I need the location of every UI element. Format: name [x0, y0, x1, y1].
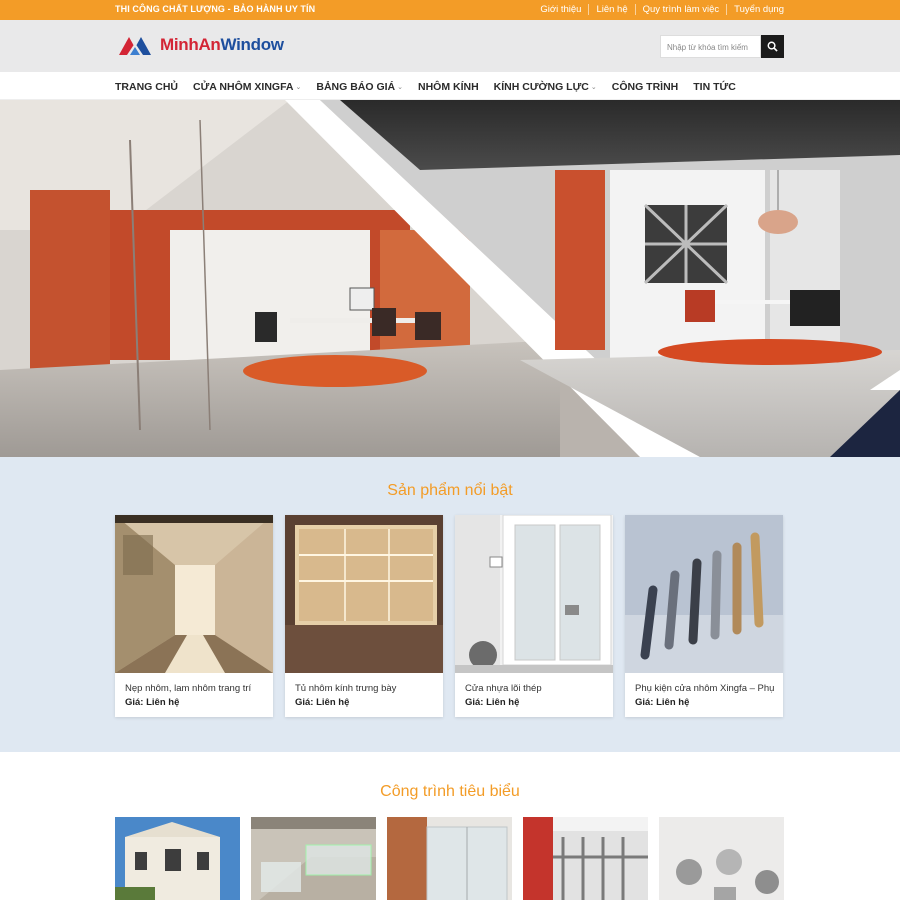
product-name[interactable]: Phụ kiện cửa nhôm Xingfa – Phụ	[625, 673, 783, 694]
nav-aluminum-glass[interactable]: NHÔM KÍNH	[418, 81, 479, 93]
search-icon	[767, 41, 778, 52]
projects-title: Công trình tiêu biểu	[380, 783, 520, 800]
product-image-handles[interactable]	[625, 515, 783, 673]
header: MinhAnWindow Nhập từ khóa tìm kiếm	[0, 20, 900, 72]
logo-mark-icon	[119, 37, 151, 55]
top-bar: THI CÔNG CHẤT LƯỢNG - BẢO HÀNH UY TÍN Gi…	[0, 0, 900, 20]
project-thumb-shower[interactable]	[387, 817, 512, 900]
product-image-display-cabinet[interactable]	[285, 515, 443, 673]
projects-section: Công trình tiêu biểu	[0, 752, 900, 900]
nav-tempered-glass-label: KÍNH CƯỜNG LỰC	[493, 81, 589, 93]
search-box: Nhập từ khóa tìm kiếm	[660, 35, 784, 58]
search-input[interactable]: Nhập từ khóa tìm kiếm	[660, 35, 761, 58]
hero-office-image	[0, 100, 900, 457]
product-image-corridor[interactable]	[115, 515, 273, 673]
product-image-upvc-door[interactable]	[455, 515, 613, 673]
product-card[interactable]: Phụ kiện cửa nhôm Xingfa – Phụ Giá: Liên…	[625, 515, 783, 717]
nav-projects[interactable]: CÔNG TRÌNH	[612, 81, 679, 93]
product-name[interactable]: Nẹp nhôm, lam nhôm trang trí	[115, 673, 273, 694]
nav-xingfa[interactable]: CỬA NHÔM XINGFA ⌄	[193, 81, 301, 93]
nav-pricing[interactable]: BẢNG BÁO GIÁ ⌄	[316, 81, 403, 93]
nav-projects-label: CÔNG TRÌNH	[611, 81, 679, 93]
product-card[interactable]: Tủ nhôm kính trưng bày Giá: Liên hệ	[285, 515, 443, 717]
project-thumb-glass-stairs[interactable]	[251, 817, 376, 900]
logo-text-minhan: MinhAn	[160, 35, 221, 54]
nav-xingfa-label: CỬA NHÔM XINGFA	[193, 81, 294, 93]
featured-products-section: Sản phẩm nổi bật Nẹp nhôm, lam nhôm tran…	[0, 457, 900, 752]
hero-slider[interactable]	[0, 100, 900, 457]
product-price: Giá: Liên hệ	[465, 697, 520, 708]
product-price: Giá: Liên hệ	[635, 697, 690, 708]
nav-pricing-label: BẢNG BÁO GIÁ	[316, 81, 396, 93]
product-name[interactable]: Cửa nhựa lõi thép	[455, 673, 613, 694]
nav-news-label: TIN TỨC	[693, 81, 736, 93]
product-card[interactable]: Cửa nhựa lõi thép Giá: Liên hệ	[455, 515, 613, 717]
project-thumb-hardware[interactable]	[659, 817, 784, 900]
top-link-contact[interactable]: Liên hệ	[588, 4, 634, 15]
nav-news[interactable]: TIN TỨC	[693, 81, 736, 93]
slogan: THI CÔNG CHẤT LƯỢNG - BẢO HÀNH UY TÍN	[115, 4, 316, 14]
chevron-down-icon: ⌄	[590, 84, 597, 91]
logo-text-window: Window	[220, 35, 285, 54]
search-button[interactable]	[761, 35, 784, 58]
nav-home[interactable]: TRANG CHỦ	[115, 81, 178, 93]
top-links: Giới thiệu Liên hệ Quy trình làm việc Tu…	[533, 4, 784, 15]
project-thumb-facade[interactable]	[523, 817, 648, 900]
nav-home-label: TRANG CHỦ	[115, 81, 178, 93]
site-logo[interactable]: MinhAnWindow	[119, 35, 284, 55]
top-link-process[interactable]: Quy trình làm việc	[634, 4, 727, 15]
product-price: Giá: Liên hệ	[125, 697, 180, 708]
featured-title: Sản phẩm nổi bật	[387, 482, 513, 499]
project-thumb-villa[interactable]	[115, 817, 240, 900]
chevron-down-icon: ⌄	[397, 84, 403, 91]
chevron-down-icon: ⌄	[295, 84, 302, 91]
top-link-careers[interactable]: Tuyển dụng	[726, 4, 784, 15]
top-link-about[interactable]: Giới thiệu	[533, 4, 588, 15]
product-price: Giá: Liên hệ	[295, 697, 350, 708]
nav-aluminum-glass-label: NHÔM KÍNH	[418, 81, 479, 93]
product-card[interactable]: Nẹp nhôm, lam nhôm trang trí Giá: Liên h…	[115, 515, 273, 717]
product-name[interactable]: Tủ nhôm kính trưng bày	[285, 673, 443, 694]
main-nav: TRANG CHỦ CỬA NHÔM XINGFA ⌄ BẢNG BÁO GIÁ ⌄…	[0, 72, 900, 100]
nav-tempered-glass[interactable]: KÍNH CƯỜNG LỰC ⌄	[494, 81, 597, 93]
